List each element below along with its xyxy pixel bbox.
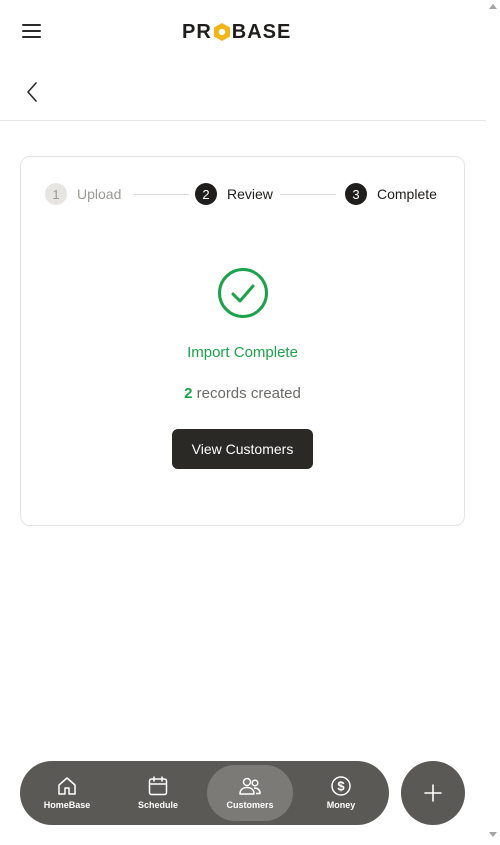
nav-label: Customers (226, 800, 274, 810)
nav-item-schedule[interactable]: Schedule (115, 765, 201, 821)
logo-text-right: BASE (231, 20, 292, 43)
bottom-navigation: HomeBase Schedule Customers $ Money (20, 761, 389, 825)
scroll-down-arrow-icon[interactable] (489, 832, 497, 837)
nav-label: HomeBase (43, 800, 91, 810)
step-connector (280, 194, 336, 195)
svg-text:$: $ (337, 779, 345, 794)
hamburger-icon-bar (22, 30, 41, 32)
back-row (0, 62, 486, 121)
add-button[interactable] (401, 761, 465, 825)
import-stepper: 1 Upload 2 Review 3 Complete (45, 183, 445, 205)
view-customers-button[interactable]: View Customers (172, 429, 313, 469)
step-complete: 3 Complete (345, 183, 437, 205)
probase-logo[interactable]: PR BASE (182, 19, 291, 45)
step-label: Review (227, 186, 273, 202)
hamburger-menu-button[interactable] (22, 24, 42, 40)
step-upload: 1 Upload (45, 183, 121, 205)
step-label: Upload (77, 186, 122, 202)
home-icon (58, 777, 76, 795)
import-result-card: 1 Upload 2 Review 3 Complete Import Comp… (20, 156, 465, 526)
check-circle-icon (217, 267, 269, 319)
calendar-icon (148, 776, 168, 796)
app-header: PR BASE (0, 0, 486, 62)
nav-item-homebase[interactable]: HomeBase (24, 765, 110, 821)
nav-item-customers[interactable]: Customers (207, 765, 293, 821)
plus-icon (424, 784, 442, 802)
step-review: 2 Review (195, 183, 273, 205)
step-connector (133, 194, 189, 195)
import-status-title: Import Complete (187, 344, 298, 361)
step-number: 3 (345, 183, 367, 205)
chevron-left-icon (27, 82, 37, 102)
dollar-icon: $ (331, 776, 351, 796)
records-suffix: records created (192, 385, 301, 402)
back-button[interactable] (22, 80, 42, 104)
customers-icon (239, 777, 261, 795)
records-summary: 2 records created (21, 385, 464, 402)
nav-label: Schedule (137, 800, 178, 810)
hamburger-icon-bar (22, 24, 41, 26)
vertical-scrollbar[interactable] (486, 0, 500, 845)
step-label: Complete (377, 186, 437, 202)
scroll-up-arrow-icon[interactable] (489, 4, 497, 9)
hamburger-icon-bar (22, 36, 41, 38)
nav-item-money[interactable]: $ Money (298, 765, 384, 821)
nav-label: Money (326, 800, 356, 810)
logo-text-left: PR (182, 20, 212, 43)
step-number: 2 (195, 183, 217, 205)
step-number: 1 (45, 183, 67, 205)
logo-hexagon-icon (213, 22, 231, 42)
